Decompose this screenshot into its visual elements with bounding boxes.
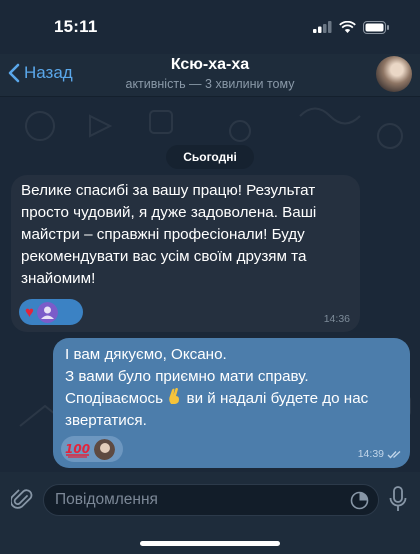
message-time: 14:39 [357,448,384,460]
red-heart-reaction-icon: ♥ [25,303,34,321]
message-text: І вам дякуємо, Оксано. З вами було приєм… [65,344,405,432]
hundred-points-reaction-icon: 100 [65,442,90,458]
crossed-fingers-emoji-icon [169,387,180,404]
double-check-read-icon [387,450,401,458]
reactor-avatar [94,438,115,460]
outgoing-message[interactable]: І вам дякуємо, Оксано. З вами було приєм… [53,338,410,468]
message-line: звертатися. [65,412,147,429]
date-separator: Сьогодні [166,145,254,169]
last-seen-status: активність — 3 хвилини тому [125,77,295,91]
microphone-icon[interactable] [389,486,407,512]
chat-header: Назад Ксю-ха-ха активність — 3 хвилини т… [0,54,420,97]
sticker-icon[interactable] [350,491,369,510]
status-bar: 15:11 [0,0,420,54]
home-indicator[interactable] [140,541,280,546]
message-line: І вам дякуємо, Оксано. [65,346,227,363]
message-time: 14:36 [323,313,350,325]
message-input-placeholder: Повідомлення [55,491,158,508]
message-reactions[interactable]: 100 [61,436,123,462]
paperclip-icon[interactable] [11,487,33,511]
reactor-avatar [36,301,58,323]
message-line: Сподіваємось ви й надалі будете до нас [65,387,405,410]
message-text: Велике спасибі за вашу працю! Результат … [21,182,317,287]
contact-avatar[interactable] [376,56,412,92]
battery-icon [363,20,389,34]
wifi-icon [339,21,356,33]
message-line: З вами було приємно мати справу. [65,368,309,385]
cellular-signal-icon [313,21,332,33]
incoming-message[interactable]: Велике спасибі за вашу працю! Результат … [11,175,360,332]
status-icons [313,20,390,34]
contact-name[interactable]: Ксю-ха-ха [0,56,420,74]
message-input[interactable]: Повідомлення [43,484,379,516]
svg-text:100: 100 [65,442,90,456]
message-time-status: 14:39 [358,448,402,460]
message-reactions[interactable]: ♥ [19,299,83,325]
status-time: 15:11 [54,17,98,36]
